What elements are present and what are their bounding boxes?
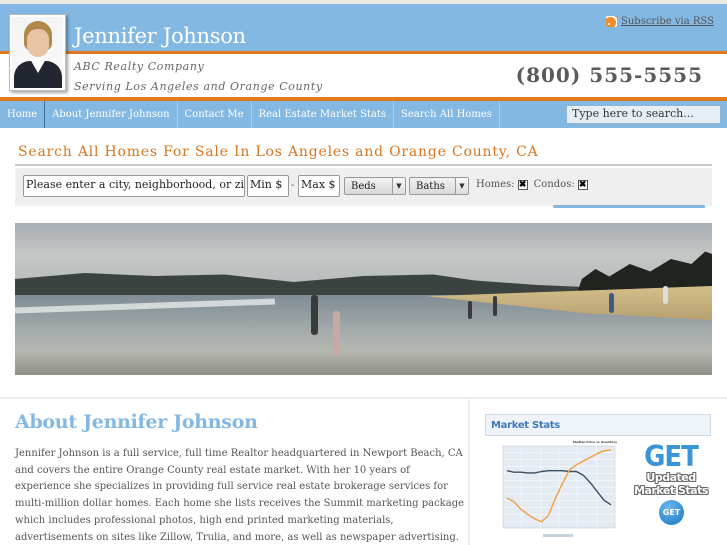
- chart-legend: [543, 534, 573, 537]
- nav-home[interactable]: Home: [0, 101, 46, 128]
- tagline: Serving Los Angeles and Orange County: [74, 80, 323, 93]
- city-search-input[interactable]: Please enter a city, neighborhood, or zi…: [23, 175, 245, 197]
- homes-label: Homes:: [476, 179, 515, 190]
- baths-label: Baths: [416, 180, 445, 192]
- about-heading: About Jennifer Johnson: [15, 411, 258, 433]
- property-type-filters: Homes: ✖ Condos: ✖: [476, 179, 588, 190]
- get-button[interactable]: GET: [659, 500, 684, 525]
- nav-about[interactable]: About Jennifer Johnson: [45, 101, 178, 128]
- promo-line-1: Updated: [646, 471, 696, 484]
- main-nav: Home About Jennifer Johnson Contact Me R…: [0, 101, 727, 128]
- promo-line-2: Market Stats: [634, 484, 708, 497]
- site-search-input[interactable]: Type here to search...: [566, 105, 721, 124]
- phone-number: (800) 555-5555: [515, 63, 703, 87]
- column-divider: [468, 398, 470, 545]
- get-market-stats-promo[interactable]: GET Updated Market Stats GET: [630, 440, 712, 530]
- rss-label[interactable]: Subscribe via RSS: [621, 16, 714, 27]
- hero-beach-image: [15, 223, 712, 375]
- nav-contact[interactable]: Contact Me: [178, 101, 252, 128]
- market-stats-title: Market Stats: [491, 419, 560, 431]
- market-chart[interactable]: Median Price vs Inventory: [485, 438, 628, 542]
- min-price-input[interactable]: Min $: [247, 175, 289, 197]
- homes-checkbox[interactable]: ✖: [517, 179, 528, 190]
- site-name[interactable]: Jennifer Johnson: [74, 24, 246, 48]
- beds-label: Beds: [351, 180, 376, 192]
- condos-label: Condos:: [533, 179, 575, 190]
- condos-checkbox[interactable]: ✖: [577, 179, 588, 190]
- chart-title: Median Price vs Inventory: [573, 440, 617, 444]
- hero-person: [333, 311, 340, 356]
- price-separator: -: [291, 180, 295, 191]
- search-heading: Search All Homes For Sale In Los Angeles…: [18, 144, 539, 160]
- hero-person: [311, 295, 318, 335]
- promo-get-text: GET: [644, 440, 699, 474]
- agent-photo: [9, 14, 66, 91]
- rss-icon: [606, 16, 617, 27]
- section-divider: [0, 397, 727, 399]
- about-body: Jennifer Johnson is a full service, full…: [15, 448, 465, 543]
- hero-person: [468, 301, 472, 319]
- company-name: ABC Realty Company: [74, 60, 205, 73]
- chevron-down-icon[interactable]: ▼: [455, 178, 468, 194]
- photo-face: [27, 29, 49, 57]
- hero-person: [609, 293, 614, 313]
- market-chart-svg: Median Price vs Inventory: [502, 440, 617, 537]
- beds-select[interactable]: Beds ▼: [344, 177, 406, 195]
- hero-person: [663, 286, 668, 304]
- baths-select[interactable]: Baths ▼: [409, 177, 469, 195]
- rss-subscribe-link[interactable]: Subscribe via RSS: [606, 16, 714, 27]
- search-submit-button[interactable]: [553, 205, 705, 208]
- nav-market-stats[interactable]: Real Estate Market Stats: [252, 101, 395, 128]
- heading-rule: [15, 164, 712, 166]
- nav-search-homes[interactable]: Search All Homes: [394, 101, 500, 128]
- market-stats-header: Market Stats: [485, 414, 711, 436]
- hero-person: [493, 296, 497, 316]
- max-price-input[interactable]: Max $: [298, 175, 340, 197]
- chevron-down-icon[interactable]: ▼: [392, 178, 405, 194]
